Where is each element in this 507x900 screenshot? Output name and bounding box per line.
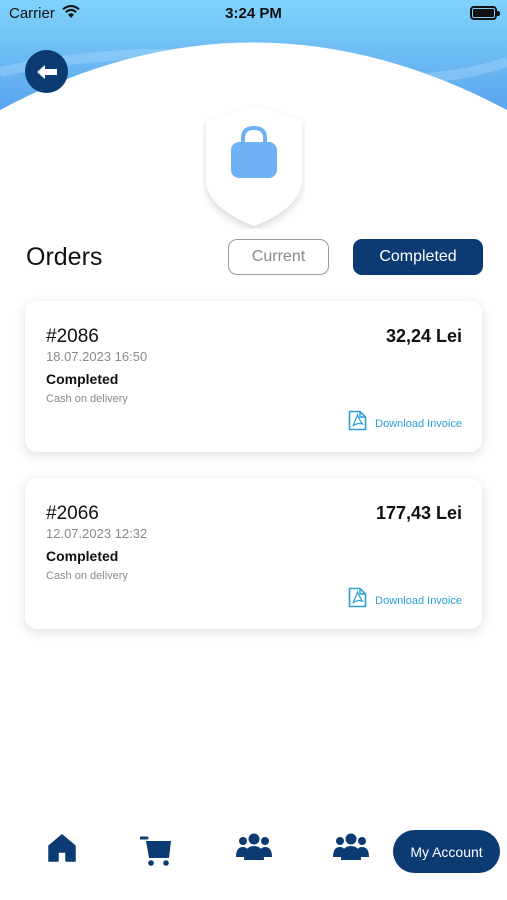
home-icon: [48, 834, 76, 862]
battery-icon: [470, 6, 500, 20]
back-button[interactable]: [25, 50, 68, 93]
order-date: 18.07.2023 16:50: [46, 349, 148, 364]
pdf-file-icon: [348, 410, 367, 431]
order-card[interactable]: #2086 18.07.2023 16:50 32,24 Lei Complet…: [25, 301, 482, 452]
order-total: 32,24 Lei: [385, 326, 462, 346]
shield-emblem: [206, 105, 302, 226]
order-payment-method: Cash on delivery: [46, 393, 128, 405]
order-card[interactable]: #2066 12.07.2023 12:32 177,43 Lei Comple…: [25, 478, 482, 629]
download-invoice-link[interactable]: Download Invoice: [348, 587, 462, 608]
users-group-icon: [333, 833, 369, 860]
order-status: Completed: [46, 548, 119, 564]
status-bar: Carrier 3:24 PM: [0, 0, 507, 30]
back-arrow-icon: [36, 64, 57, 79]
status-time: 3:24 PM: [225, 5, 282, 22]
order-status: Completed: [46, 371, 119, 387]
nav-cart[interactable]: [139, 833, 174, 872]
tab-completed[interactable]: Completed: [353, 239, 483, 275]
nav-users-secondary[interactable]: [333, 833, 369, 866]
download-invoice-label: Download Invoice: [375, 418, 462, 430]
order-date: 12.07.2023 12:32: [46, 526, 148, 541]
download-invoice-label: Download Invoice: [375, 595, 462, 607]
nav-users[interactable]: [236, 833, 272, 866]
users-group-icon: [236, 833, 272, 860]
download-invoice-link[interactable]: Download Invoice: [348, 410, 462, 431]
tab-current[interactable]: Current: [228, 239, 329, 275]
page-title: Orders: [26, 243, 103, 271]
nav-home[interactable]: [48, 833, 76, 868]
pdf-file-icon: [348, 587, 367, 608]
order-id: #2086: [46, 326, 99, 347]
my-account-button[interactable]: My Account: [393, 830, 500, 873]
order-payment-method: Cash on delivery: [46, 570, 128, 582]
cart-icon: [139, 836, 171, 866]
order-total: 177,43 Lei: [375, 503, 462, 523]
order-id: #2066: [46, 503, 99, 524]
